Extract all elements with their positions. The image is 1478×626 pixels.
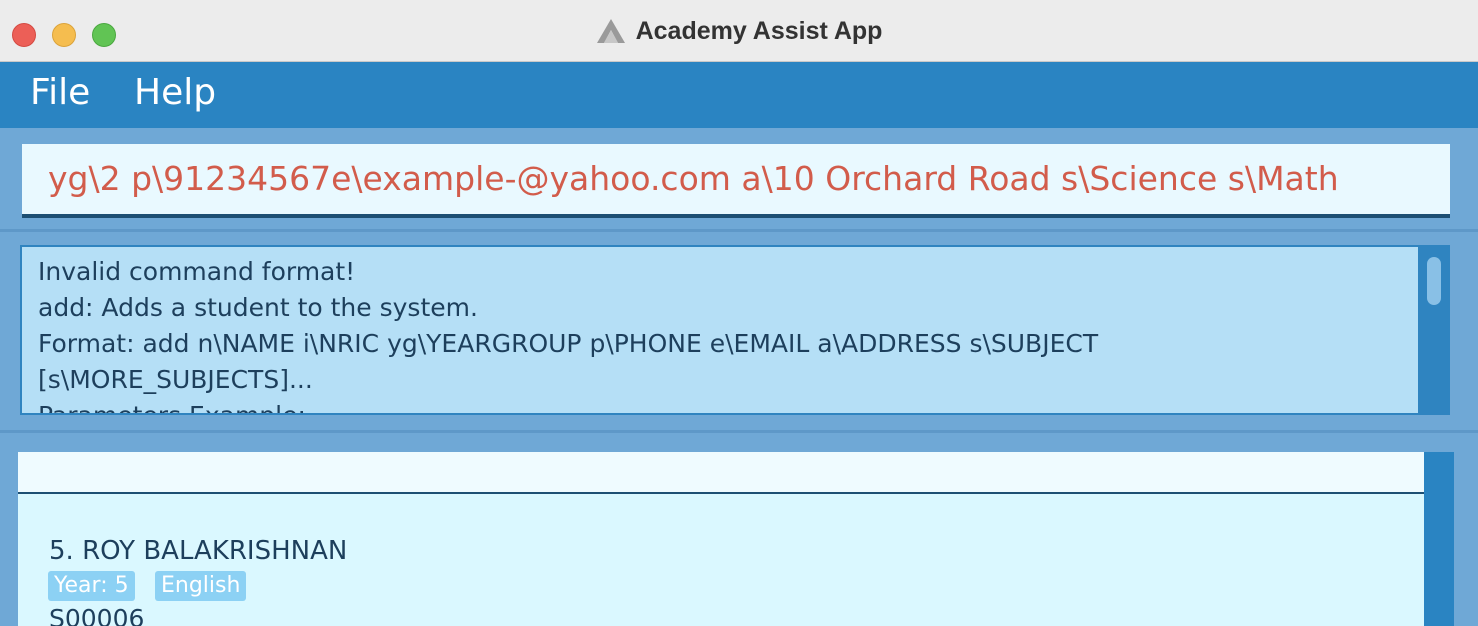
command-box — [22, 144, 1450, 218]
result-scroll-thumb[interactable] — [1427, 257, 1441, 305]
result-line: Invalid command format! — [38, 257, 356, 286]
result-line: [s\MORE_SUBJECTS]... — [38, 365, 313, 394]
panel-divider[interactable] — [0, 430, 1478, 433]
result-display-panel: Invalid command format! add: Adds a stud… — [20, 245, 1450, 415]
menu-help[interactable]: Help — [134, 72, 216, 113]
student-name: 5. ROY BALAKRISHNAN — [49, 536, 348, 566]
result-line: Parameters Example: — [38, 401, 306, 413]
result-line: Format: add n\NAME i\NRIC yg\YEARGROUP p… — [38, 329, 1099, 358]
student-list[interactable]: 5. ROY BALAKRISHNAN Year: 5 English S000… — [18, 452, 1424, 626]
academy-logo-icon — [596, 17, 626, 45]
menu-file[interactable]: File — [30, 72, 90, 113]
result-scrollbar[interactable] — [1420, 247, 1448, 413]
window-title: Academy Assist App — [635, 16, 883, 45]
result-line: add: Adds a student to the system. — [38, 293, 478, 322]
year-tag: Year: 5 — [48, 571, 135, 601]
list-header — [18, 452, 1424, 494]
menu-bar: File Help — [0, 62, 1478, 128]
window-title-bar: Academy Assist App — [0, 0, 1478, 62]
window-title-group: Academy Assist App — [0, 0, 1478, 62]
command-input[interactable] — [22, 144, 1450, 214]
list-scrollbar[interactable] — [1424, 452, 1454, 626]
student-id: S00006 — [49, 604, 145, 626]
panel-divider[interactable] — [0, 229, 1478, 232]
subject-tag: English — [155, 571, 247, 601]
result-display[interactable]: Invalid command format! add: Adds a stud… — [22, 247, 1418, 413]
